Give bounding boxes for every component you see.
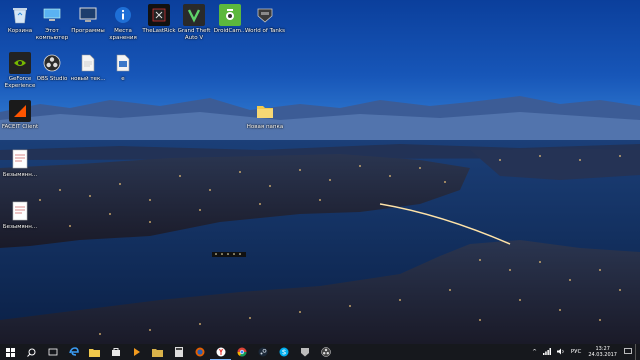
gta-v-icon [183,4,205,26]
task-view-button[interactable] [42,344,63,360]
app-orange-button[interactable] [126,344,147,360]
yandex-icon [216,347,225,356]
taskbar: ^ РУС 13:27 24.03.2017 [0,344,640,360]
edge-button[interactable] [63,344,84,360]
start-button[interactable] [0,344,21,360]
geforce-icon [9,52,31,74]
file-explorer-button[interactable] [84,344,105,360]
desktop-icon-label: DroidCam... [213,28,247,34]
desktop-icon-label: FACEIT Client [1,124,39,130]
obs-taskbar-button[interactable] [315,344,336,360]
windows-logo-icon [6,347,15,357]
faceit-icon [9,100,31,122]
obs-icon [41,52,63,74]
store-icon [111,348,120,356]
new-folder-shortcut[interactable]: Новая папка [243,100,287,131]
desktop-icon-label: TheLastRick [142,28,176,34]
desktop-icon-label: новый тек... [70,76,106,82]
calculator-button[interactable] [168,344,189,360]
search-button[interactable] [21,344,42,360]
desktop-icon-label: OBS Studio [36,76,68,82]
file-explorer-icon [89,348,100,357]
desktop-icon-label: Этот компьютер [35,28,69,41]
programs-shortcut[interactable]: Программы [68,4,108,35]
world-of-tanks-icon [254,4,276,26]
folder-taskbar-button[interactable] [147,344,168,360]
droidcam-icon [219,4,241,26]
firefox-icon [195,347,204,357]
folder-icon [152,348,163,357]
yandex-button[interactable] [210,344,231,360]
steam-icon [258,347,267,357]
obs-icon [320,347,331,357]
firefox-button[interactable] [189,344,210,360]
desktop-icon-label: World of Tanks [245,28,285,34]
this-pc-icon [41,4,63,26]
clock-date: 24.03.2017 [588,352,617,358]
language-indicator[interactable]: РУС [568,349,585,355]
new-text-file-shortcut[interactable]: новый тек... [68,52,108,83]
folder-icon [254,100,276,122]
store-button[interactable] [105,344,126,360]
skype-button[interactable] [273,344,294,360]
network-icon[interactable] [540,347,554,357]
show-desktop-button[interactable] [635,344,640,360]
steam-button[interactable] [252,344,273,360]
game-button[interactable] [294,344,315,360]
unnamed-document-2-shortcut[interactable]: Безымянн... [0,200,40,231]
orange-app-icon [133,348,140,356]
search-icon [27,348,36,357]
notifications-icon[interactable] [621,347,635,357]
droidcam-shortcut[interactable]: DroidCam... [210,4,250,35]
calculator-icon [174,347,183,357]
desktop-icon-label: Места хранения [109,28,137,41]
task-view-icon [48,348,57,356]
desktop-icon-label: e [121,76,125,82]
tray-expand-button[interactable]: ^ [529,349,540,355]
chrome-icon [237,347,246,357]
game-shield-icon [300,348,309,357]
script-file-shortcut[interactable]: e [103,52,143,83]
desktop-icon-label: Grand Theft Auto V [177,28,211,41]
text-file-icon [77,52,99,74]
programs-icon [77,4,99,26]
world-of-tanks-shortcut[interactable]: World of Tanks [245,4,285,35]
faceit-client-shortcut[interactable]: FACEIT Client [0,100,40,131]
desktop-icon-label: Безымянн... [2,224,38,230]
clock[interactable]: 13:27 24.03.2017 [584,346,621,358]
recycle-bin-icon [9,4,31,26]
script-file-icon [112,52,134,74]
this-pc-shortcut[interactable]: Этот компьютер [32,4,72,41]
info-shortcut[interactable]: Места хранения [103,4,143,41]
obs-studio-shortcut[interactable]: OBS Studio [32,52,72,83]
thelastrick-shortcut[interactable]: TheLastRick [139,4,179,35]
volume-icon[interactable] [554,348,568,357]
desktop-icon-label: Новая папка [246,124,284,130]
game-tile-icon [148,4,170,26]
edge-icon [68,347,79,356]
desktop-icon-label: Безымянн... [2,172,38,178]
desktop-icon-label: Программы [71,28,105,34]
skype-icon [279,347,288,357]
system-tray: ^ РУС 13:27 24.03.2017 [529,344,640,360]
document-icon [9,148,31,170]
info-icon [112,4,134,26]
document-icon [9,200,31,222]
gta-v-shortcut[interactable]: Grand Theft Auto V [174,4,214,41]
unnamed-document-1-shortcut[interactable]: Безымянн... [0,148,40,179]
chrome-button[interactable] [231,344,252,360]
